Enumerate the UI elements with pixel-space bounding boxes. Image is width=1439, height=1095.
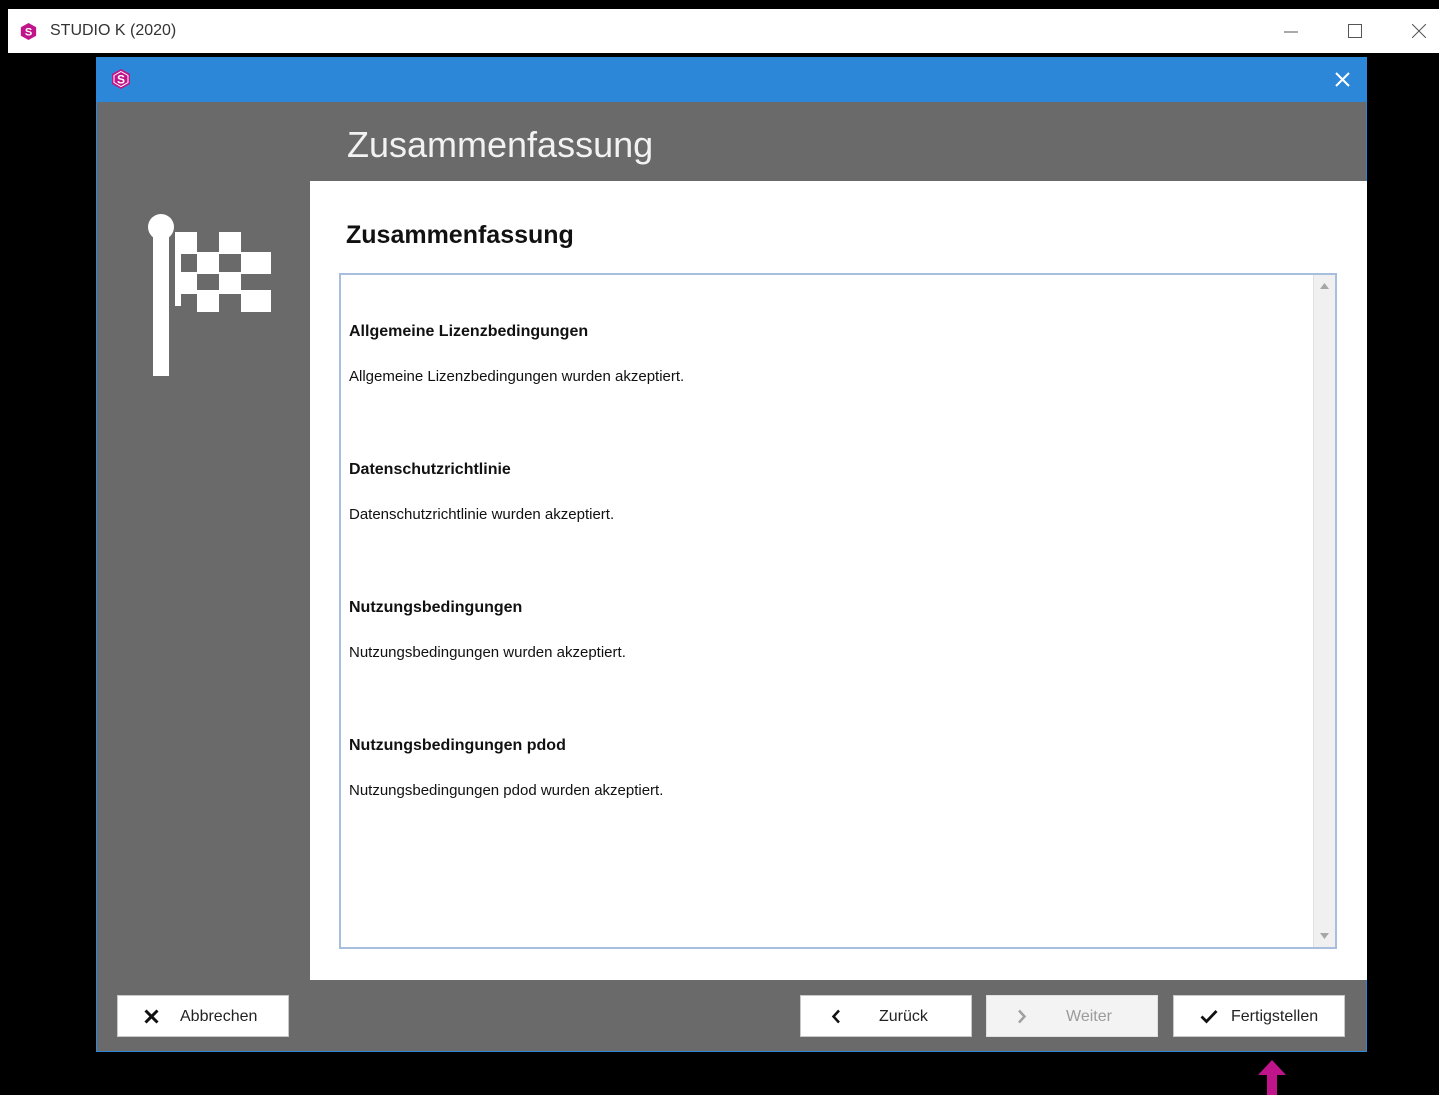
scroll-up-button[interactable] [1314,275,1335,297]
section-title: Datenschutzrichtlinie [349,461,511,478]
close-icon [1335,72,1350,87]
app-title: STUDIO K (2020) [50,22,177,39]
back-button-label: Zurück [879,1008,928,1025]
summary-scroll-area: Allgemeine Lizenzbedingungen Allgemeine … [341,275,1313,947]
summary-section: Nutzungsbedingungen Nutzungsbedingungen … [349,599,626,661]
next-button[interactable]: Weiter [986,995,1158,1037]
dialog-title-bar: S [97,58,1366,102]
chevron-right-icon [1018,1009,1027,1024]
wizard-dialog: S Zusammenfassung Zusammenfassung Allgem… [96,57,1367,1052]
section-title: Nutzungsbedingungen pdod [349,737,566,754]
section-title: Nutzungsbedingungen [349,599,523,616]
checkered-flag-icon [148,214,271,376]
back-button[interactable]: Zurück [800,995,972,1037]
section-text: Datenschutzrichtlinie wurden akzeptiert. [349,506,615,523]
vertical-scrollbar[interactable] [1313,275,1335,947]
arrow-up-icon [1320,283,1329,289]
arrow-up-icon [1258,1060,1286,1095]
content-heading: Zusammenfassung [346,221,574,249]
app-logo-icon: S [112,69,130,89]
section-text: Nutzungsbedingungen pdod wurden akzeptie… [349,782,664,799]
scroll-down-button[interactable] [1314,925,1335,947]
summary-list[interactable]: Allgemeine Lizenzbedingungen Allgemeine … [339,273,1337,949]
content-panel: Zusammenfassung Allgemeine Lizenzbedingu… [310,181,1367,980]
close-icon [144,1009,159,1024]
page-title: Zusammenfassung [347,124,654,165]
next-button-label: Weiter [1066,1008,1112,1025]
summary-section: Nutzungsbedingungen pdod Nutzungsbedingu… [349,737,663,799]
app-logo-icon: S [20,23,37,40]
summary-section: Allgemeine Lizenzbedingungen Allgemeine … [349,323,684,385]
cancel-button-label: Abbrechen [180,1008,258,1025]
app-close-button[interactable] [1388,9,1439,53]
maximize-button[interactable] [1324,9,1386,53]
chevron-left-icon [831,1009,840,1024]
dialog-close-button[interactable] [1320,58,1366,102]
finish-button-label: Fertigstellen [1231,1008,1319,1025]
checkmark-icon [1200,1010,1218,1024]
summary-section: Datenschutzrichtlinie Datenschutzrichtli… [349,461,614,523]
finish-button[interactable]: Fertigstellen [1173,995,1345,1037]
app-title-bar: S STUDIO K (2020) [8,9,1439,53]
minimize-icon [1284,31,1298,33]
section-title: Allgemeine Lizenzbedingungen [349,323,589,340]
minimize-button[interactable] [1260,9,1322,53]
svg-text:S: S [25,26,32,38]
cancel-button[interactable]: Abbrechen [117,995,289,1037]
maximize-icon [1348,24,1362,38]
section-text: Nutzungsbedingungen wurden akzeptiert. [349,644,626,661]
section-text: Allgemeine Lizenzbedingungen wurden akze… [349,368,685,385]
svg-text:S: S [117,73,125,87]
arrow-down-icon [1320,933,1329,939]
close-icon [1412,24,1426,38]
